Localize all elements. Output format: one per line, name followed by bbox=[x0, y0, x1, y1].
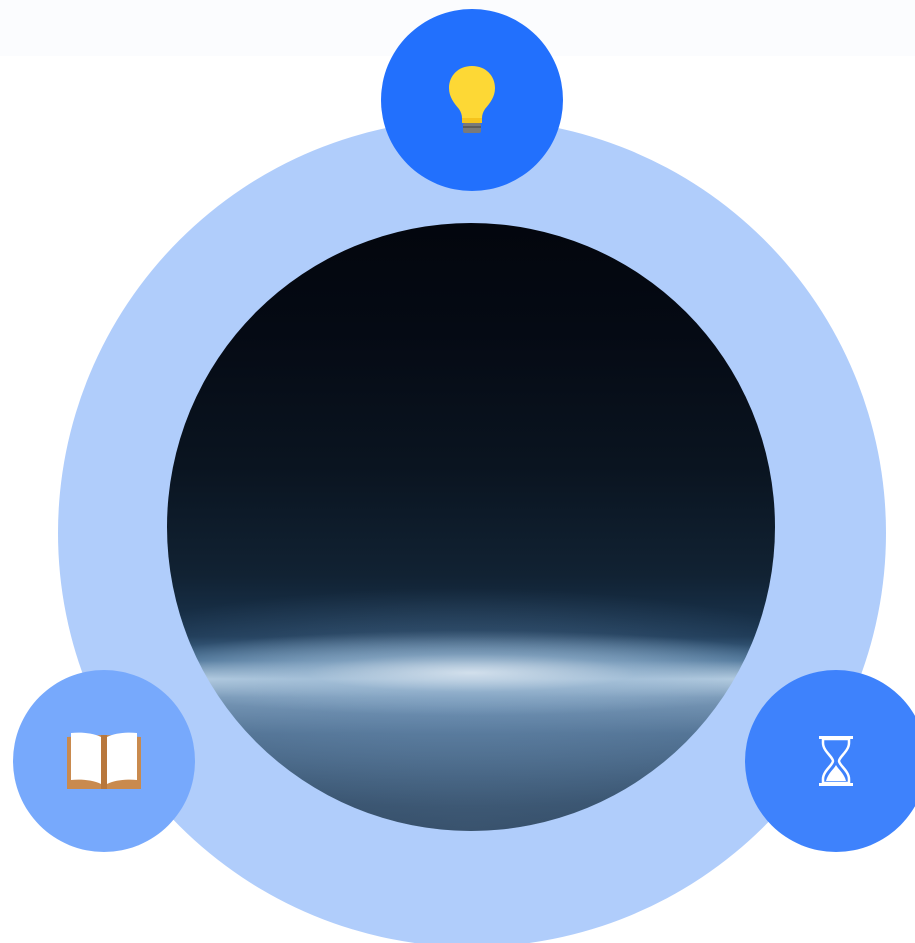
idea-node[interactable] bbox=[381, 9, 563, 191]
learning-node[interactable] bbox=[13, 670, 195, 852]
earth-horizon-photo bbox=[167, 223, 775, 831]
open-book-icon bbox=[65, 731, 143, 791]
hourglass-icon bbox=[818, 735, 854, 787]
lightbulb-icon bbox=[447, 64, 497, 136]
cycle-diagram bbox=[0, 0, 915, 943]
time-node[interactable] bbox=[745, 670, 915, 852]
atmosphere-glow bbox=[167, 223, 775, 831]
